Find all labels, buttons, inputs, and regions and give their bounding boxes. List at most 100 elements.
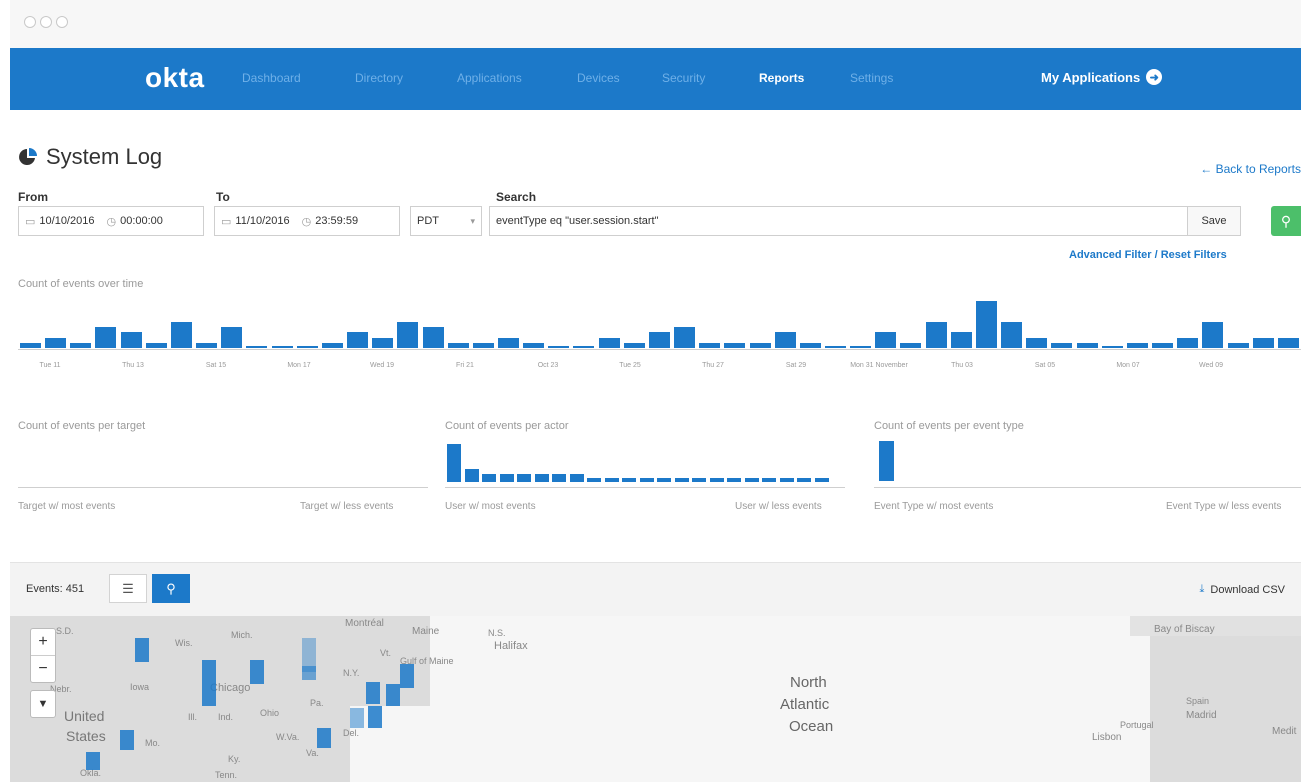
actor-bar[interactable] xyxy=(710,478,724,482)
event-location-marker[interactable] xyxy=(400,664,414,688)
my-applications-link[interactable]: My Applications ➜ xyxy=(1041,69,1163,85)
timeline-bar[interactable] xyxy=(70,343,91,348)
timeline-bar[interactable] xyxy=(1077,343,1098,348)
timeline-bar[interactable] xyxy=(1152,343,1173,348)
timeline-bar[interactable] xyxy=(724,343,745,348)
actor-bar[interactable] xyxy=(727,478,741,482)
timeline-bar[interactable] xyxy=(875,332,896,348)
timeline-bar[interactable] xyxy=(900,343,921,348)
timeline-bar[interactable] xyxy=(926,322,947,348)
nav-settings[interactable]: Settings xyxy=(850,71,893,85)
timeline-bar[interactable] xyxy=(372,338,393,348)
timeline-bar[interactable] xyxy=(976,301,997,348)
timeline-bar[interactable] xyxy=(1202,322,1223,348)
timeline-bar[interactable] xyxy=(146,343,167,348)
actor-bar[interactable] xyxy=(622,478,636,482)
actor-bar[interactable] xyxy=(570,474,584,482)
timeline-bar[interactable] xyxy=(548,346,569,348)
timeline-bar[interactable] xyxy=(573,346,594,348)
timeline-bar[interactable] xyxy=(1253,338,1274,348)
actor-bar[interactable] xyxy=(447,444,461,482)
event-location-marker[interactable] xyxy=(386,684,400,706)
event-location-marker[interactable] xyxy=(366,682,380,704)
timeline-bar[interactable] xyxy=(1278,338,1299,348)
events-map[interactable]: Montréal Maine N.S. Halifax S.D. Wis. Mi… xyxy=(10,616,1301,782)
advanced-filter-link[interactable]: Advanced Filter / Reset Filters xyxy=(1069,249,1227,261)
actor-bar[interactable] xyxy=(500,474,514,482)
timeline-bar[interactable] xyxy=(397,322,418,348)
actor-bar[interactable] xyxy=(517,474,531,482)
actor-bar[interactable] xyxy=(745,478,759,482)
timeline-bar[interactable] xyxy=(347,332,368,348)
timeline-bar[interactable] xyxy=(297,346,318,348)
save-button[interactable]: Save xyxy=(1187,207,1240,235)
nav-security[interactable]: Security xyxy=(662,71,705,85)
timeline-bar[interactable] xyxy=(322,343,343,348)
timeline-bar[interactable] xyxy=(523,343,544,348)
actor-bar[interactable] xyxy=(640,478,654,482)
timeline-bar[interactable] xyxy=(221,327,242,348)
timeline-bar[interactable] xyxy=(1051,343,1072,348)
timeline-bar[interactable] xyxy=(473,343,494,348)
actor-bar[interactable] xyxy=(657,478,671,482)
event-location-marker[interactable] xyxy=(317,728,331,748)
timeline-bar[interactable] xyxy=(624,343,645,348)
event-location-marker[interactable] xyxy=(350,708,364,728)
timeline-bar[interactable] xyxy=(951,332,972,348)
okta-logo[interactable]: okta xyxy=(145,62,205,94)
timeline-bar[interactable] xyxy=(800,343,821,348)
timeline-bar[interactable] xyxy=(775,332,796,348)
timeline-bar[interactable] xyxy=(825,346,846,348)
nav-directory[interactable]: Directory xyxy=(355,71,403,85)
actor-bar[interactable] xyxy=(465,469,479,482)
list-view-button[interactable]: ☰ xyxy=(109,574,147,603)
timeline-bar[interactable] xyxy=(1127,343,1148,348)
actor-bar[interactable] xyxy=(762,478,776,482)
zoom-in-button[interactable]: + xyxy=(31,629,55,656)
timeline-bar[interactable] xyxy=(20,343,41,348)
close-window-icon[interactable] xyxy=(24,16,36,28)
actor-bar[interactable] xyxy=(692,478,706,482)
actor-bar[interactable] xyxy=(605,478,619,482)
event-location-marker[interactable] xyxy=(86,752,100,770)
timeline-bar[interactable] xyxy=(1026,338,1047,348)
actor-bar[interactable] xyxy=(675,478,689,482)
timeline-bar[interactable] xyxy=(1001,322,1022,348)
timeline-bar[interactable] xyxy=(498,338,519,348)
timeline-bar[interactable] xyxy=(196,343,217,348)
timeline-bar[interactable] xyxy=(850,346,871,348)
event-location-marker[interactable] xyxy=(202,660,216,706)
search-button[interactable]: ⚲ xyxy=(1271,206,1301,236)
timeline-bar[interactable] xyxy=(171,322,192,348)
timeline-bar[interactable] xyxy=(649,332,670,348)
timeline-bar[interactable] xyxy=(121,332,142,348)
timeline-bar[interactable] xyxy=(1228,343,1249,348)
actor-bar[interactable] xyxy=(815,478,829,482)
timeline-bar[interactable] xyxy=(246,346,267,348)
actor-bar[interactable] xyxy=(552,474,566,482)
actor-bar[interactable] xyxy=(587,478,601,482)
timeline-bar[interactable] xyxy=(448,343,469,348)
event-location-marker[interactable] xyxy=(302,666,316,680)
back-to-reports-link[interactable]: ← Back to Reports xyxy=(1200,162,1301,176)
event-location-marker[interactable] xyxy=(250,660,264,684)
actor-bar[interactable] xyxy=(797,478,811,482)
actor-bar[interactable] xyxy=(780,478,794,482)
timezone-select[interactable]: PDT ▾ xyxy=(410,206,482,236)
event-type-bar[interactable] xyxy=(879,441,894,481)
search-input[interactable] xyxy=(496,211,1186,231)
to-datetime-field[interactable]: ▭ 11/10/2016 ◷ 23:59:59 xyxy=(214,206,400,236)
event-location-marker[interactable] xyxy=(135,638,149,662)
download-csv-button[interactable]: ⤓ Download CSV xyxy=(1200,583,1285,596)
timeline-bar[interactable] xyxy=(95,327,116,348)
zoom-out-button[interactable]: − xyxy=(31,656,55,682)
minimize-window-icon[interactable] xyxy=(40,16,52,28)
map-filter-button[interactable]: ▼ xyxy=(31,691,55,717)
timeline-bar[interactable] xyxy=(599,338,620,348)
timeline-bar[interactable] xyxy=(423,327,444,348)
actor-bar[interactable] xyxy=(535,474,549,482)
timeline-bar[interactable] xyxy=(45,338,66,348)
actor-bar[interactable] xyxy=(482,474,496,482)
timeline-bar[interactable] xyxy=(1102,346,1123,348)
timeline-bar[interactable] xyxy=(272,346,293,348)
